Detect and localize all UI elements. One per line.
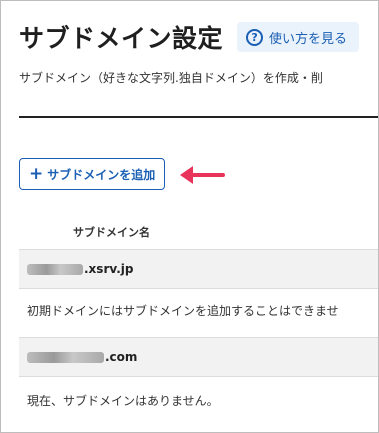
- domain-note: 現在、サブドメインはありません。: [27, 394, 219, 408]
- domain-row: .xsrv.jp: [19, 250, 378, 288]
- table-divider: [19, 376, 378, 377]
- pointer-arrow-icon: [180, 166, 225, 184]
- domain-suffix: .com: [105, 350, 138, 364]
- domain-row: .com: [19, 338, 378, 376]
- domain-note: 初期ドメインにはサブドメインを追加することはできませ: [27, 304, 339, 318]
- question-circle-icon: ?: [246, 28, 264, 46]
- page-header: サブドメイン設定 ? 使い方を見る: [19, 19, 360, 55]
- column-header-subdomain-name: サブドメイン名: [73, 226, 150, 239]
- table-divider: [19, 288, 378, 289]
- add-subdomain-button[interactable]: + サブドメインを追加: [19, 158, 166, 190]
- redacted-domain-name: [27, 351, 104, 363]
- help-button[interactable]: ? 使い方を見る: [237, 22, 360, 52]
- section-divider: [19, 116, 378, 118]
- page-description: サブドメイン（好きな文字列.独自ドメイン）を作成・削: [19, 71, 323, 85]
- domain-suffix: .xsrv.jp: [84, 262, 134, 276]
- help-button-label: 使い方を見る: [269, 31, 348, 47]
- plus-icon: +: [29, 163, 44, 184]
- add-subdomain-button-label: サブドメインを追加: [47, 167, 156, 182]
- screenshot-frame: サブドメイン設定 ? 使い方を見る サブドメイン（好きな文字列.独自ドメイン）を…: [0, 0, 379, 433]
- redacted-domain-name: [27, 263, 83, 275]
- page-title: サブドメイン設定: [19, 24, 224, 53]
